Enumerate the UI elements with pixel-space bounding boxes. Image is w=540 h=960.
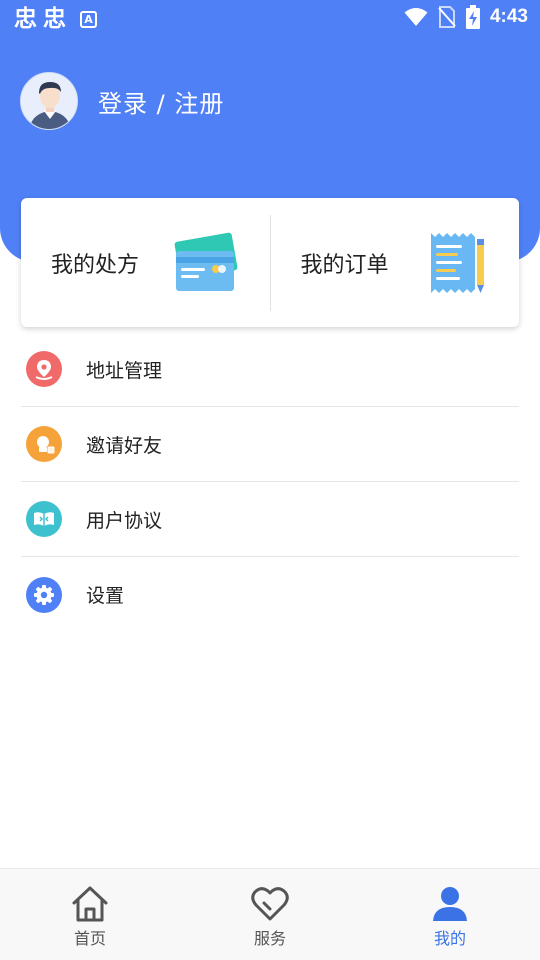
quick-entry-card: 我的处方 我的订单	[21, 198, 519, 327]
book-icon	[26, 501, 62, 537]
my-order-button[interactable]: 我的订单	[271, 198, 520, 327]
avatar[interactable]	[20, 72, 78, 130]
settings-menu: 地址管理 邀请好友 用户协议 设置	[21, 332, 519, 632]
receipt-icon	[431, 232, 484, 293]
menu-label-settings: 设置	[86, 585, 125, 607]
wifi-icon	[404, 8, 428, 26]
app-notification-icon: 忠	[14, 6, 37, 32]
battery-charging-icon	[465, 5, 480, 29]
menu-item-address[interactable]: 地址管理	[21, 332, 519, 407]
heart-icon	[251, 887, 289, 921]
invite-friend-icon	[26, 426, 62, 462]
a-notification-icon: A	[80, 10, 97, 28]
credit-card-icon	[174, 232, 237, 291]
tab-home-label: 首页	[73, 929, 106, 948]
menu-item-invite[interactable]: 邀请好友	[21, 407, 519, 482]
menu-item-agreement[interactable]: 用户协议	[21, 482, 519, 557]
gear-icon	[26, 576, 62, 613]
tab-mine[interactable]: 我的	[360, 869, 540, 960]
tab-service-label: 服务	[253, 929, 286, 948]
tab-home[interactable]: 首页	[0, 869, 180, 960]
home-icon	[72, 886, 108, 922]
default-avatar-icon	[21, 73, 77, 129]
menu-label-invite: 邀请好友	[86, 434, 163, 457]
menu-label-agreement: 用户协议	[86, 509, 163, 532]
my-prescription-label: 我的处方	[51, 252, 140, 278]
my-order-label: 我的订单	[300, 252, 389, 278]
menu-label-address: 地址管理	[86, 359, 163, 382]
status-bar: 忠 忠 A 4:43	[0, 0, 540, 38]
menu-item-settings[interactable]: 设置	[21, 557, 519, 632]
user-icon	[433, 887, 467, 921]
tab-mine-label: 我的	[433, 929, 466, 948]
status-time: 4:43	[489, 6, 528, 27]
login-register-label[interactable]: 登录 / 注册	[98, 84, 224, 119]
no-sim-icon	[438, 6, 456, 28]
login-register-entry[interactable]: 登录 / 注册	[20, 72, 224, 130]
app-notification-icon: 忠	[43, 6, 66, 32]
location-pin-icon	[26, 351, 62, 387]
my-prescription-button[interactable]: 我的处方	[21, 198, 270, 327]
tab-service[interactable]: 服务	[180, 869, 360, 960]
bottom-tab-bar: 首页 服务 我的	[0, 868, 540, 960]
